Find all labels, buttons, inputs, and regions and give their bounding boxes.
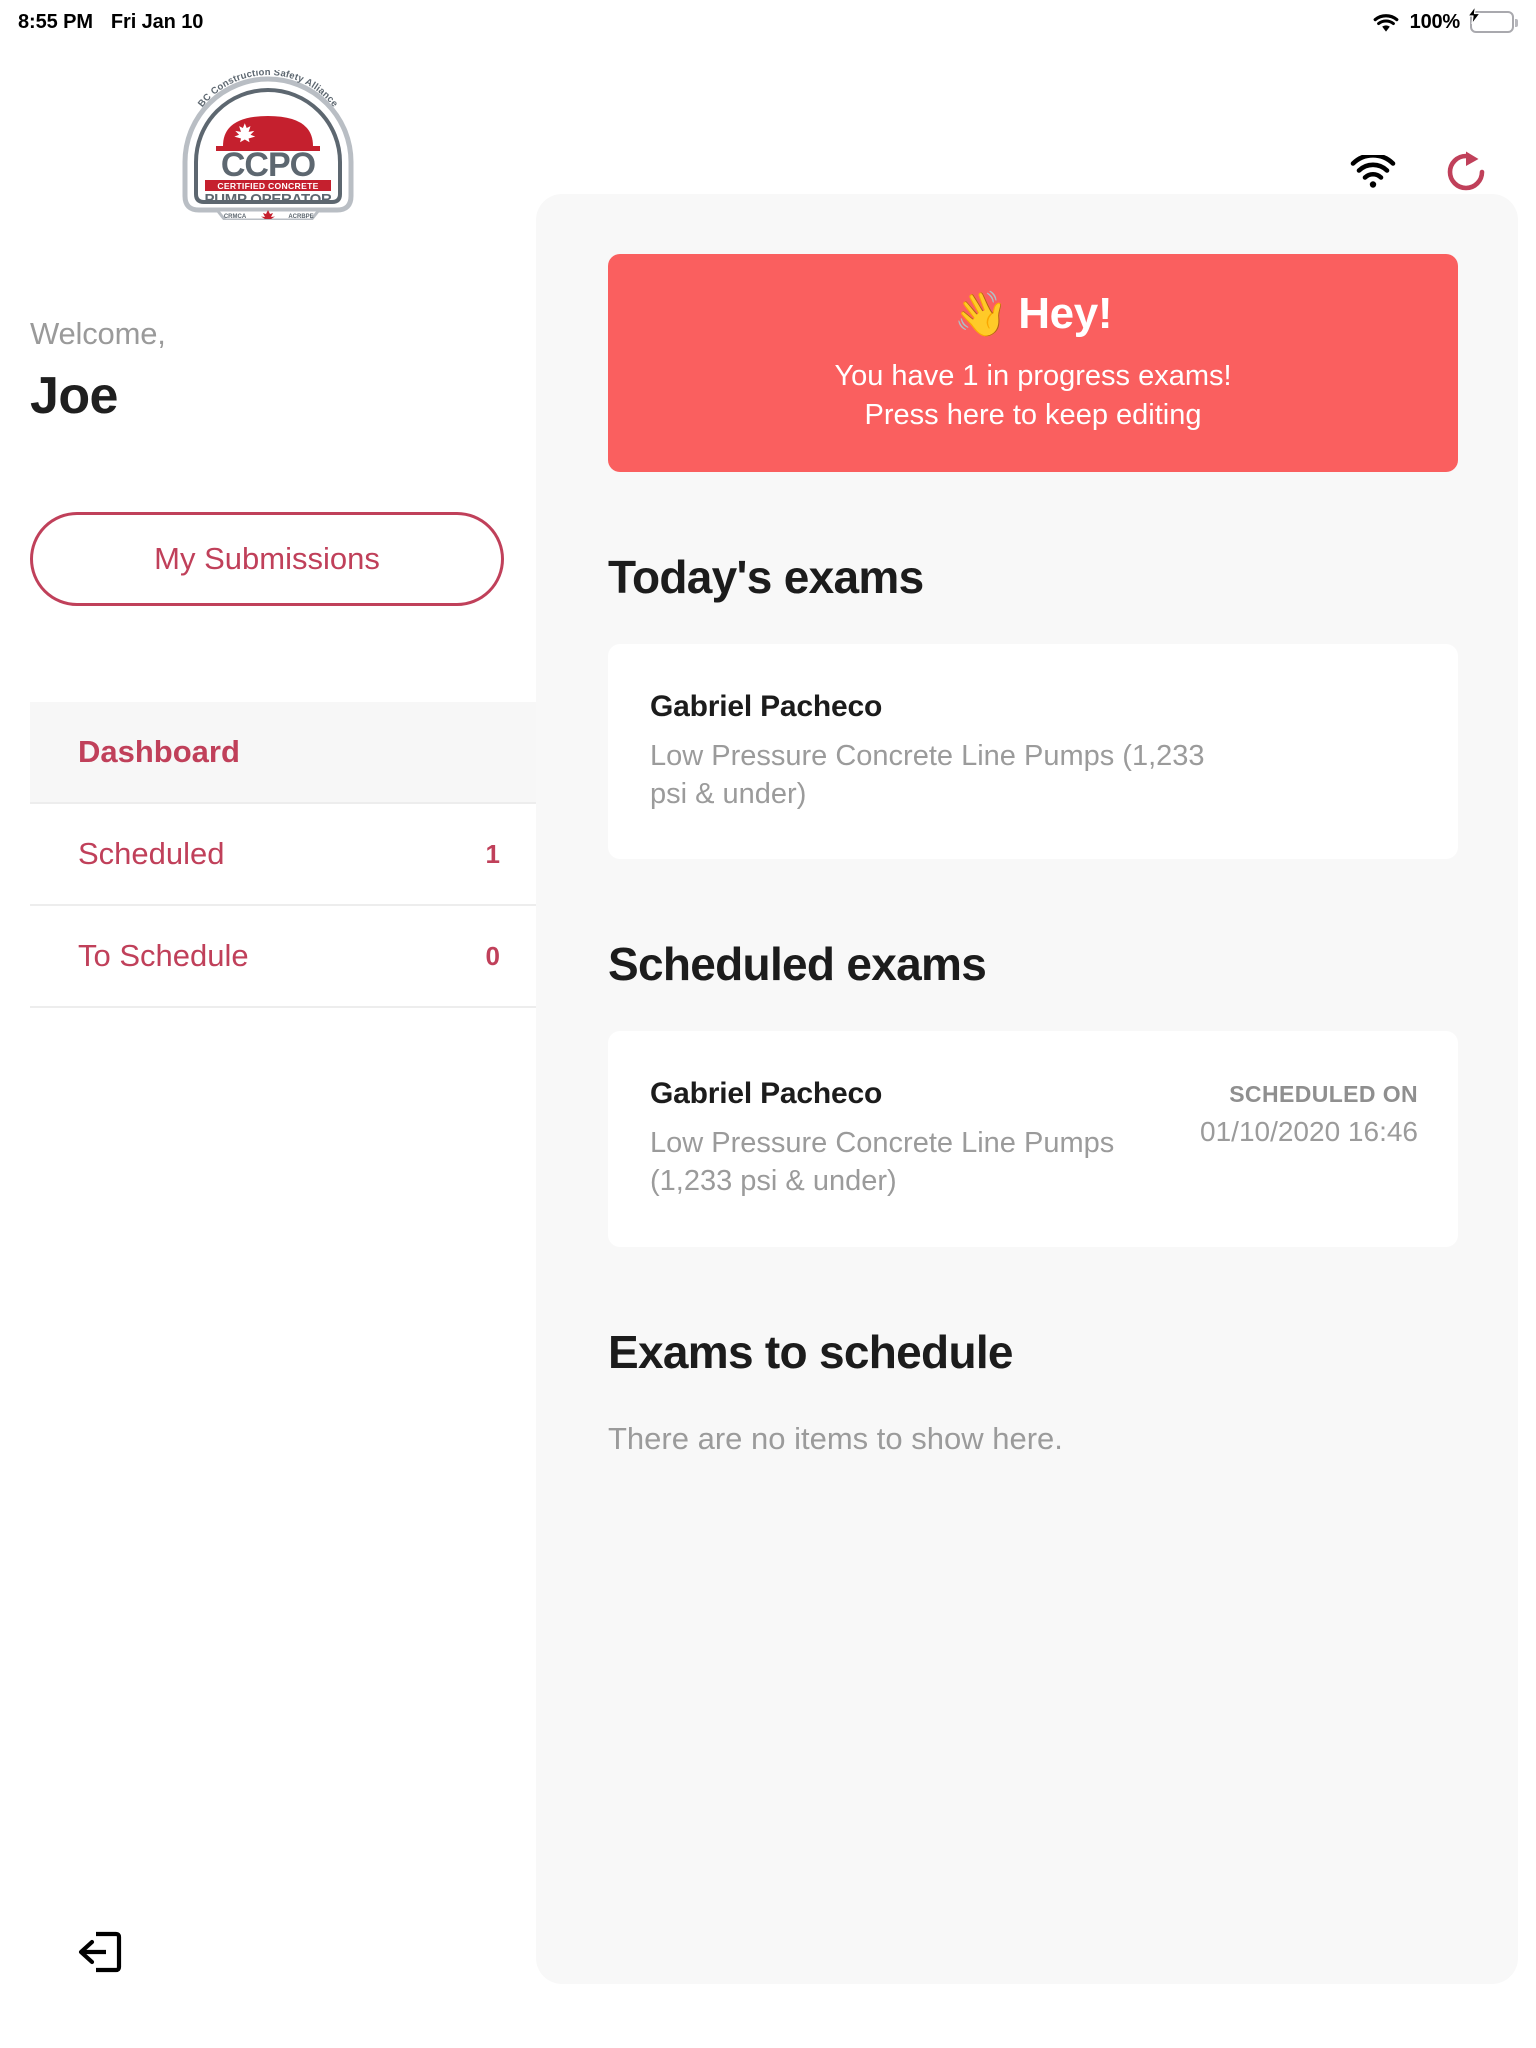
wifi-icon — [1372, 12, 1400, 33]
exam-card-main: Gabriel Pacheco Low Pressure Concrete Li… — [650, 690, 1210, 813]
waving-hand-icon: 👋 — [953, 290, 1009, 339]
exam-candidate-name: Gabriel Pacheco — [650, 690, 883, 723]
submissions-container: My Submissions — [0, 426, 536, 606]
dashboard-panel: 👋 Hey! You have 1 in progress exams! Pre… — [536, 194, 1518, 1984]
sidebar-item-count: 1 — [485, 838, 500, 869]
status-bar-date: Fri Jan 10 — [110, 10, 204, 33]
in-progress-banner[interactable]: 👋 Hey! You have 1 in progress exams! Pre… — [608, 254, 1458, 472]
banner-title-row: 👋 Hey! — [608, 288, 1458, 340]
section-title-exams-to-schedule: Exams to schedule — [608, 1325, 1014, 1378]
exam-type-label: Low Pressure Concrete Line Pumps (1,233 … — [650, 740, 1205, 810]
exam-card-main: Gabriel Pacheco Low Pressure Concrete Li… — [650, 1077, 1178, 1200]
sidebar-item-dashboard[interactable]: Dashboard — [30, 702, 536, 804]
banner-line-1: You have 1 in progress exams! — [834, 360, 1232, 392]
sidebar-item-to-schedule[interactable]: To Schedule 0 — [30, 906, 536, 1008]
exam-schedule-meta: SCHEDULED ON 01/10/2020 16:46 — [1178, 1077, 1418, 1148]
sidebar: BC Construction Safety Alliance CCPO CER… — [0, 44, 536, 2048]
banner-title: Hey! — [1018, 289, 1113, 338]
status-bar-right: 100% — [1372, 6, 1518, 34]
sidebar-item-label: Scheduled — [78, 836, 225, 871]
my-submissions-button[interactable]: My Submissions — [30, 512, 504, 606]
banner-line-2: Press here to keep editing — [864, 399, 1202, 431]
welcome-block: Welcome, Joe — [0, 220, 536, 426]
empty-state-message: There are no items to show here. — [608, 1420, 1063, 1456]
main-content: 👋 Hey! You have 1 in progress exams! Pre… — [536, 44, 1536, 2048]
logo-container: BC Construction Safety Alliance CCPO CER… — [0, 44, 536, 222]
app-root: BC Construction Safety Alliance CCPO CER… — [0, 44, 1536, 2048]
section-title-scheduled-exams: Scheduled exams — [608, 938, 987, 991]
logout-icon[interactable] — [74, 1926, 126, 1978]
sidebar-item-count: 0 — [485, 940, 500, 971]
svg-text:CERTIFIED CONCRETE: CERTIFIED CONCRETE — [217, 181, 318, 191]
exam-candidate-name: Gabriel Pacheco — [650, 1077, 883, 1111]
welcome-label: Welcome, — [30, 316, 166, 351]
sidebar-item-label: To Schedule — [78, 938, 249, 973]
header-actions — [1350, 150, 1488, 197]
exam-card-scheduled[interactable]: Gabriel Pacheco Low Pressure Concrete Li… — [608, 1031, 1458, 1247]
scheduled-on-value: 01/10/2020 16:46 — [1200, 1116, 1418, 1148]
status-bar-time: 8:55 PM — [18, 10, 93, 33]
ccpo-logo: BC Construction Safety Alliance CCPO CER… — [161, 67, 375, 222]
svg-text:CRMCA: CRMCA — [224, 214, 247, 220]
sidebar-nav: Dashboard Scheduled 1 To Schedule 0 — [0, 702, 536, 1008]
wifi-icon[interactable] — [1350, 153, 1396, 192]
sidebar-item-scheduled[interactable]: Scheduled 1 — [30, 804, 536, 906]
scheduled-on-label: SCHEDULED ON — [1229, 1081, 1418, 1108]
svg-text:PUMP OPERATOR: PUMP OPERATOR — [205, 191, 332, 208]
svg-text:CCPO: CCPO — [221, 146, 316, 184]
logout-container — [0, 1926, 536, 2048]
status-bar: 8:55 PM Fri Jan 10 100% — [0, 0, 1536, 44]
battery-charging-icon — [1467, 6, 1518, 33]
exam-card-today[interactable]: Gabriel Pacheco Low Pressure Concrete Li… — [608, 644, 1458, 860]
refresh-icon[interactable] — [1444, 150, 1488, 197]
battery-percent-label: 100% — [1409, 10, 1461, 33]
user-name: Joe — [30, 367, 118, 425]
sidebar-item-label: Dashboard — [78, 734, 240, 769]
exam-type-label: Low Pressure Concrete Line Pumps (1,233 … — [650, 1127, 1115, 1198]
status-bar-left: 8:55 PM Fri Jan 10 — [18, 11, 203, 34]
svg-text:ACRBPE: ACRBPE — [288, 214, 313, 220]
section-title-todays-exams: Today's exams — [608, 551, 924, 603]
